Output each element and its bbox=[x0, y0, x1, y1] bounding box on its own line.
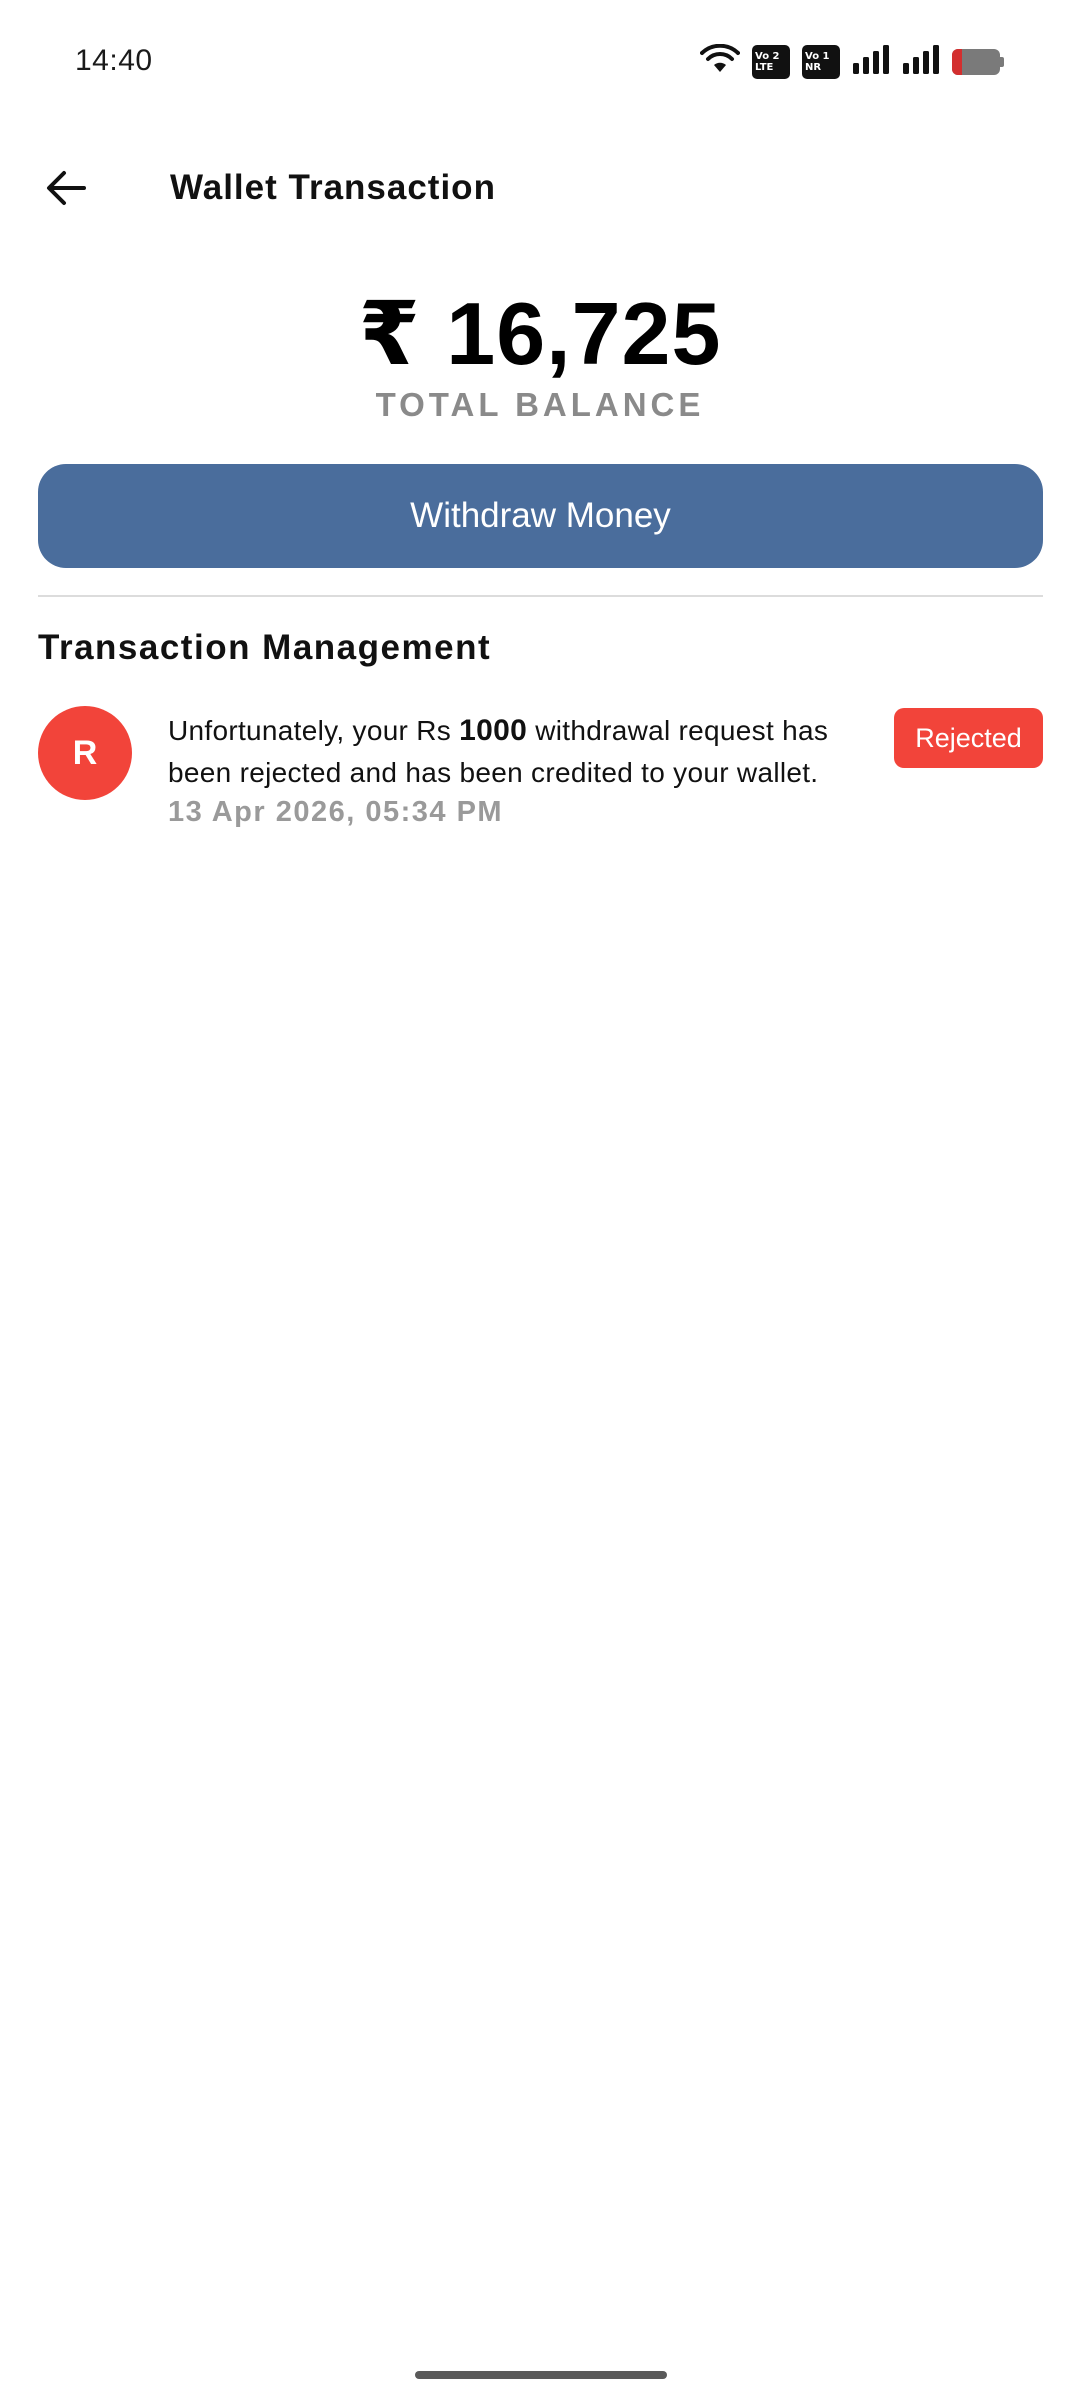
transaction-message: Unfortunately, your Rs 1000 withdrawal r… bbox=[168, 714, 829, 788]
withdraw-money-button[interactable]: Withdraw Money bbox=[38, 464, 1043, 568]
transaction-date: 13 Apr 2026, 05:34 PM bbox=[168, 796, 504, 828]
transaction-item[interactable]: R Unfortunately, your Rs 1000 withdrawal… bbox=[38, 700, 1043, 840]
arrow-left-icon bbox=[44, 166, 88, 215]
wifi-icon bbox=[700, 43, 740, 81]
divider bbox=[38, 595, 1043, 597]
app-header: Wallet Transaction bbox=[0, 150, 1080, 230]
transaction-avatar: R bbox=[38, 706, 132, 800]
volte-sim-1-icon: Vo 2 LTE bbox=[752, 45, 790, 79]
home-indicator[interactable] bbox=[415, 2371, 667, 2379]
back-button[interactable] bbox=[38, 162, 94, 218]
section-title: Transaction Management bbox=[38, 628, 492, 667]
signal-icon bbox=[852, 44, 890, 80]
status-time: 14:40 bbox=[75, 44, 153, 77]
total-balance-amount: ₹ 16,725 bbox=[358, 284, 722, 383]
page-title: Wallet Transaction bbox=[170, 168, 496, 207]
battery-icon bbox=[952, 49, 1004, 75]
status-bar: 14:40 Vo 2 LTE Vo 1 NR bbox=[0, 0, 1080, 120]
total-balance-label: TOTAL BALANCE bbox=[375, 386, 705, 423]
battery-level-fill bbox=[952, 49, 962, 75]
status-icons: Vo 2 LTE Vo 1 NR bbox=[700, 43, 1004, 81]
status-badge: Rejected bbox=[894, 708, 1043, 768]
transaction-amount: 1000 bbox=[459, 714, 528, 747]
vonr-sim-2-icon: Vo 1 NR bbox=[802, 45, 840, 79]
signal-icon bbox=[902, 44, 940, 80]
